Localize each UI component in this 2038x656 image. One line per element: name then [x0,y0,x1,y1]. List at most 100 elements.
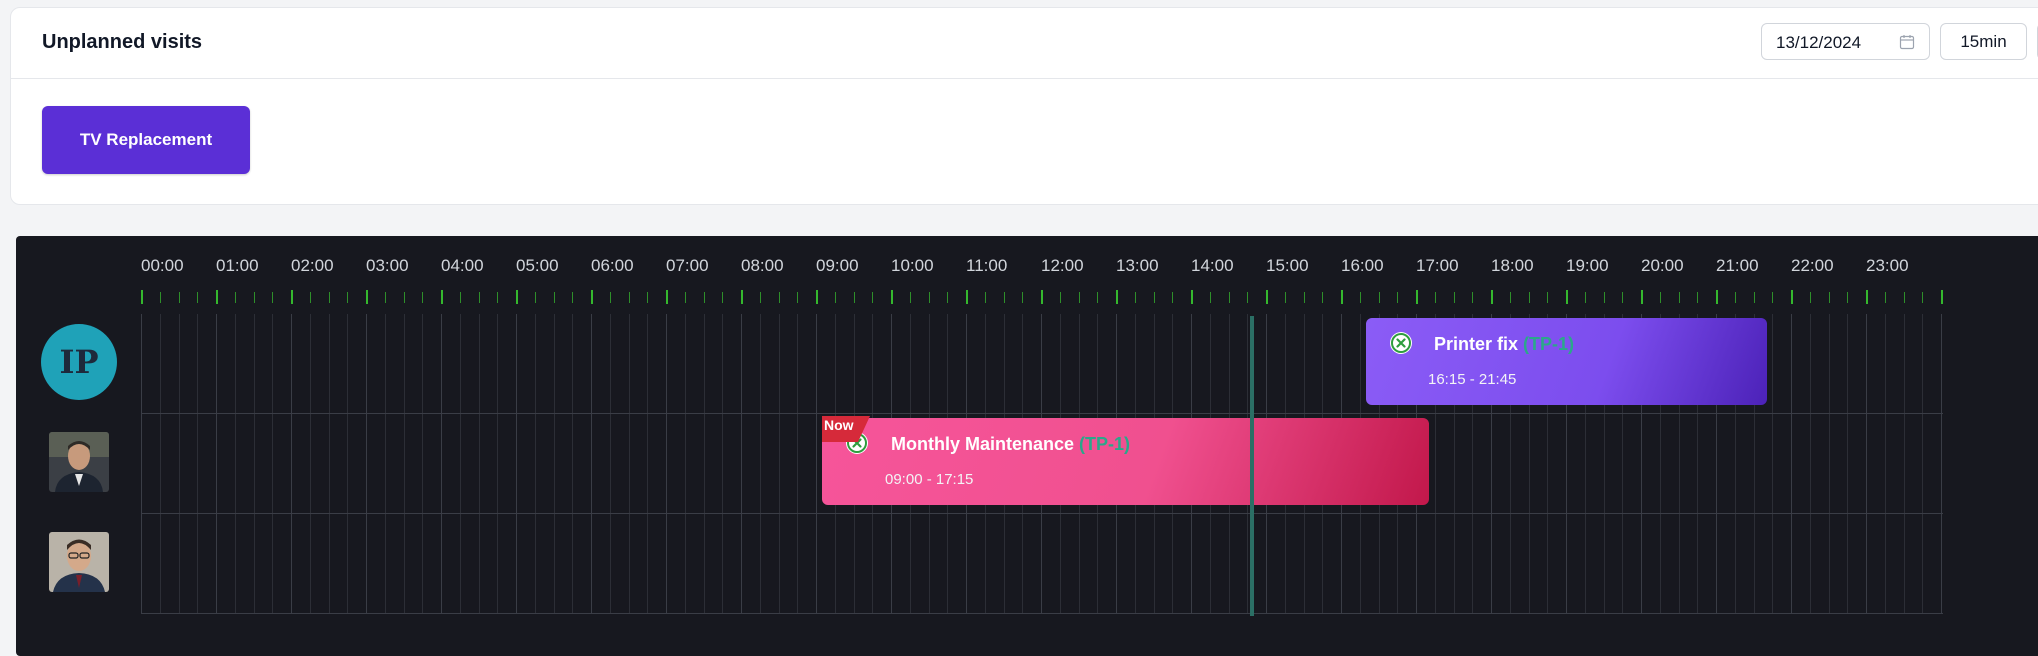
grid-column-line [666,314,667,614]
event-printer-fix[interactable]: Printer fix (TP-1) 16:15 - 21:45 [1366,318,1767,405]
event-title-text: Printer fix [1434,334,1519,354]
avatar-initials[interactable]: IP [41,324,117,400]
time-tick [534,292,536,303]
grid-column-line [759,314,761,614]
grid-row-line [141,413,1943,414]
grid-column-line [534,314,536,614]
time-tick [928,292,930,303]
unplanned-visit-tv-replacement[interactable]: TV Replacement [42,106,250,174]
time-tick [1322,292,1324,303]
interval-button[interactable]: 15min [1940,23,2027,60]
hour-label: 09:00 [816,256,859,275]
time-tick [1453,292,1455,303]
grid-column-line [441,314,442,614]
time-tick [1059,292,1061,303]
event-title: Printer fix (TP-1) [1434,334,1574,355]
time-tick [216,290,218,304]
time-tick [1153,292,1155,303]
hour-label: 16:00 [1341,256,1384,275]
time-tick [1172,292,1174,303]
time-tick [1866,290,1868,304]
time-tick [1247,292,1249,303]
grid-column-line [141,314,142,614]
time-tick [1078,292,1080,303]
time-tick [1828,292,1830,303]
time-tick [478,292,480,303]
grid-column-line [553,314,555,614]
hour-header: 00:00 01:00 02:00 03:00 04:00 05:00 06:00 07:00… [16,256,2038,280]
event-monthly-maintenance[interactable]: Monthly Maintenance (TP-1) 09:00 - 17:15 [822,418,1429,505]
time-tick [1791,290,1793,304]
event-title-text: Monthly Maintenance [891,434,1075,454]
time-tick [1641,290,1643,304]
grid-column-line [609,314,611,614]
hour-label: 10:00 [891,256,934,275]
grid-column-line [178,314,180,614]
time-tick [1884,292,1886,303]
time-tick [459,292,461,303]
time-tick [1809,292,1811,303]
grid-column-line [516,314,517,614]
grid-column-line [422,314,424,614]
time-tick [1378,292,1380,303]
time-tick [403,292,405,303]
time-tick [1922,292,1924,303]
date-input[interactable]: 13/12/2024 [1761,23,1930,60]
time-tick [1041,290,1043,304]
cancel-circle-icon[interactable] [1389,331,1413,355]
grid-column-line [778,314,780,614]
time-tick [628,292,630,303]
hour-label: 02:00 [291,256,334,275]
current-time-indicator [1250,316,1254,616]
grid-column-line [1828,314,1830,614]
time-tick [684,292,686,303]
hour-label: 08:00 [741,256,784,275]
time-tick [947,292,949,303]
hour-label: 17:00 [1416,256,1459,275]
page-title: Unplanned visits [42,31,203,53]
time-tick [309,292,311,303]
time-tick [1341,290,1343,304]
hour-label: 07:00 [666,256,709,275]
date-value: 13/12/2024 [1776,33,1862,52]
time-tick [609,292,611,303]
grid-column-line [684,314,686,614]
avatar-photo[interactable] [49,532,109,592]
hour-label: 20:00 [1641,256,1684,275]
time-tick [1753,292,1755,303]
time-tick [422,292,424,303]
grid-column-line [1941,314,1942,614]
time-tick [778,292,780,303]
time-tick [1659,292,1661,303]
time-tick [253,292,255,303]
time-tick [1678,292,1680,303]
grid-column-line [816,314,817,614]
card-header: Unplanned visits 13/12/2024 15min [11,8,2038,79]
time-tick [572,292,574,303]
grid-column-line [328,314,330,614]
calendar-icon[interactable] [1899,34,1915,50]
time-tick [984,292,986,303]
grid-column-line [347,314,349,614]
time-tick [1134,292,1136,303]
tick-ruler [16,290,2038,304]
time-tick [1941,290,1943,304]
unplanned-visits-card: Unplanned visits 13/12/2024 15min TV Rep… [10,7,2038,205]
avatar-photo[interactable] [49,432,109,492]
time-tick [234,292,236,303]
grid-column-line [197,314,199,614]
time-tick [1509,292,1511,303]
grid-column-line [703,314,705,614]
hour-label: 22:00 [1791,256,1834,275]
hour-label: 04:00 [441,256,484,275]
time-tick [291,290,293,304]
time-tick [872,292,874,303]
grid-column-line [366,314,367,614]
time-tick [1397,292,1399,303]
grid-column-line [741,314,742,614]
time-tick [366,290,368,304]
time-tick [1547,292,1549,303]
grid-column-line [1922,314,1924,614]
grid-column-line [722,314,724,614]
time-tick [1209,292,1211,303]
